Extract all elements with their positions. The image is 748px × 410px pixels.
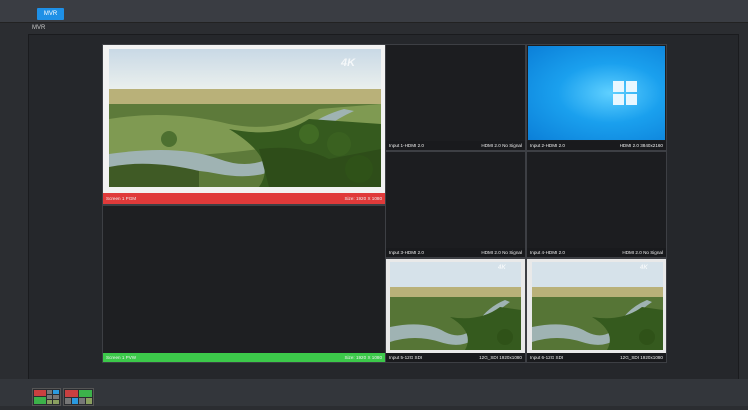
screen-pgm-size: Size: 1920 X 1080 [344, 196, 382, 201]
screen-pvw-label: Screen 1 PVW [106, 355, 137, 360]
multiview-panel: 4K Screen 1 PGM Size: 1920 X 1080 Screen… [28, 34, 739, 380]
input-4-caption: Input 4-HDMI 2.0 HDMI 2.0 No Signal [527, 248, 666, 257]
input-5-status: 12G_SDI 1920x1080 [479, 355, 522, 360]
input-3-status: HDMI 2.0 No Signal [481, 250, 522, 255]
input-5-4k-badge: 4K [498, 265, 506, 271]
input-5-preview: 4K [390, 262, 521, 350]
windows-logo-icon [613, 81, 637, 105]
input-tile-1[interactable]: Input 1-HDMI 2.0 HDMI 2.0 No Signal [385, 44, 526, 151]
input-2-caption: Input 2-HDMI 2.0 HDMI 2.0 3840x2160 [527, 141, 666, 150]
input-4-status: HDMI 2.0 No Signal [622, 250, 663, 255]
layout-grid-icon [34, 390, 59, 404]
input-tile-5[interactable]: 4K Input 5-12G SDI 12G_SDI 1920x1080 [385, 258, 526, 363]
input-1-caption: Input 1-HDMI 2.0 HDMI 2.0 No Signal [386, 141, 525, 150]
input-4-name: Input 4-HDMI 2.0 [530, 250, 565, 255]
input-tile-2[interactable]: Input 2-HDMI 2.0 HDMI 2.0 3840x2160 [526, 44, 667, 151]
input-tile-3[interactable]: Input 3-HDMI 2.0 HDMI 2.0 No Signal [385, 151, 526, 258]
input-tile-6[interactable]: 4K Input 6-12G SDI 12G_SDI 1920x1080 [526, 258, 667, 363]
screen-pvw-caption: Screen 1 PVW Size: 1920 X 1080 [103, 353, 385, 362]
input-5-name: Input 5-12G SDI [389, 355, 423, 360]
screen-pvw[interactable]: Screen 1 PVW Size: 1920 X 1080 [102, 205, 386, 363]
windows-desktop-preview [528, 46, 665, 140]
bottom-bar [0, 379, 748, 406]
input-3-caption: Input 3-HDMI 2.0 HDMI 2.0 No Signal [386, 248, 525, 257]
section-title: MVR [32, 25, 46, 31]
screen-pgm-label: Screen 1 PGM [106, 196, 137, 201]
landscape-thumbnail [390, 262, 521, 350]
input-5-caption: Input 5-12G SDI 12G_SDI 1920x1080 [386, 353, 525, 362]
input-6-name: Input 6-12G SDI [530, 355, 564, 360]
input-3-name: Input 3-HDMI 2.0 [389, 250, 424, 255]
input-6-preview: 4K [532, 262, 663, 350]
input-2-name: Input 2-HDMI 2.0 [530, 143, 565, 148]
pgm-video-frame: 4K [109, 49, 381, 187]
input-6-4k-badge: 4K [640, 265, 648, 271]
tab-mvr[interactable]: MVR [37, 8, 64, 20]
screen-pvw-size: Size: 1920 X 1080 [344, 355, 382, 360]
layout-thumbnail-icon-2[interactable] [63, 388, 94, 406]
screen-pgm[interactable]: 4K Screen 1 PGM Size: 1920 X 1080 [102, 44, 386, 205]
landscape-image [109, 49, 381, 187]
layout-thumbnail-icon[interactable] [32, 388, 61, 406]
input-6-caption: Input 6-12G SDI 12G_SDI 1920x1080 [527, 353, 666, 362]
layout-grid-icon [65, 390, 92, 404]
top-bar: MVR [0, 0, 748, 23]
screen-pgm-caption: Screen 1 PGM Size: 1920 X 1080 [103, 193, 385, 204]
input-tile-4[interactable]: Input 4-HDMI 2.0 HDMI 2.0 No Signal [526, 151, 667, 258]
pgm-4k-badge: 4K [341, 57, 356, 69]
input-1-status: HDMI 2.0 No Signal [481, 143, 522, 148]
landscape-thumbnail [532, 262, 663, 350]
input-1-name: Input 1-HDMI 2.0 [389, 143, 424, 148]
input-6-status: 12G_SDI 1920x1080 [620, 355, 663, 360]
input-2-status: HDMI 2.0 3840x2160 [619, 143, 663, 148]
